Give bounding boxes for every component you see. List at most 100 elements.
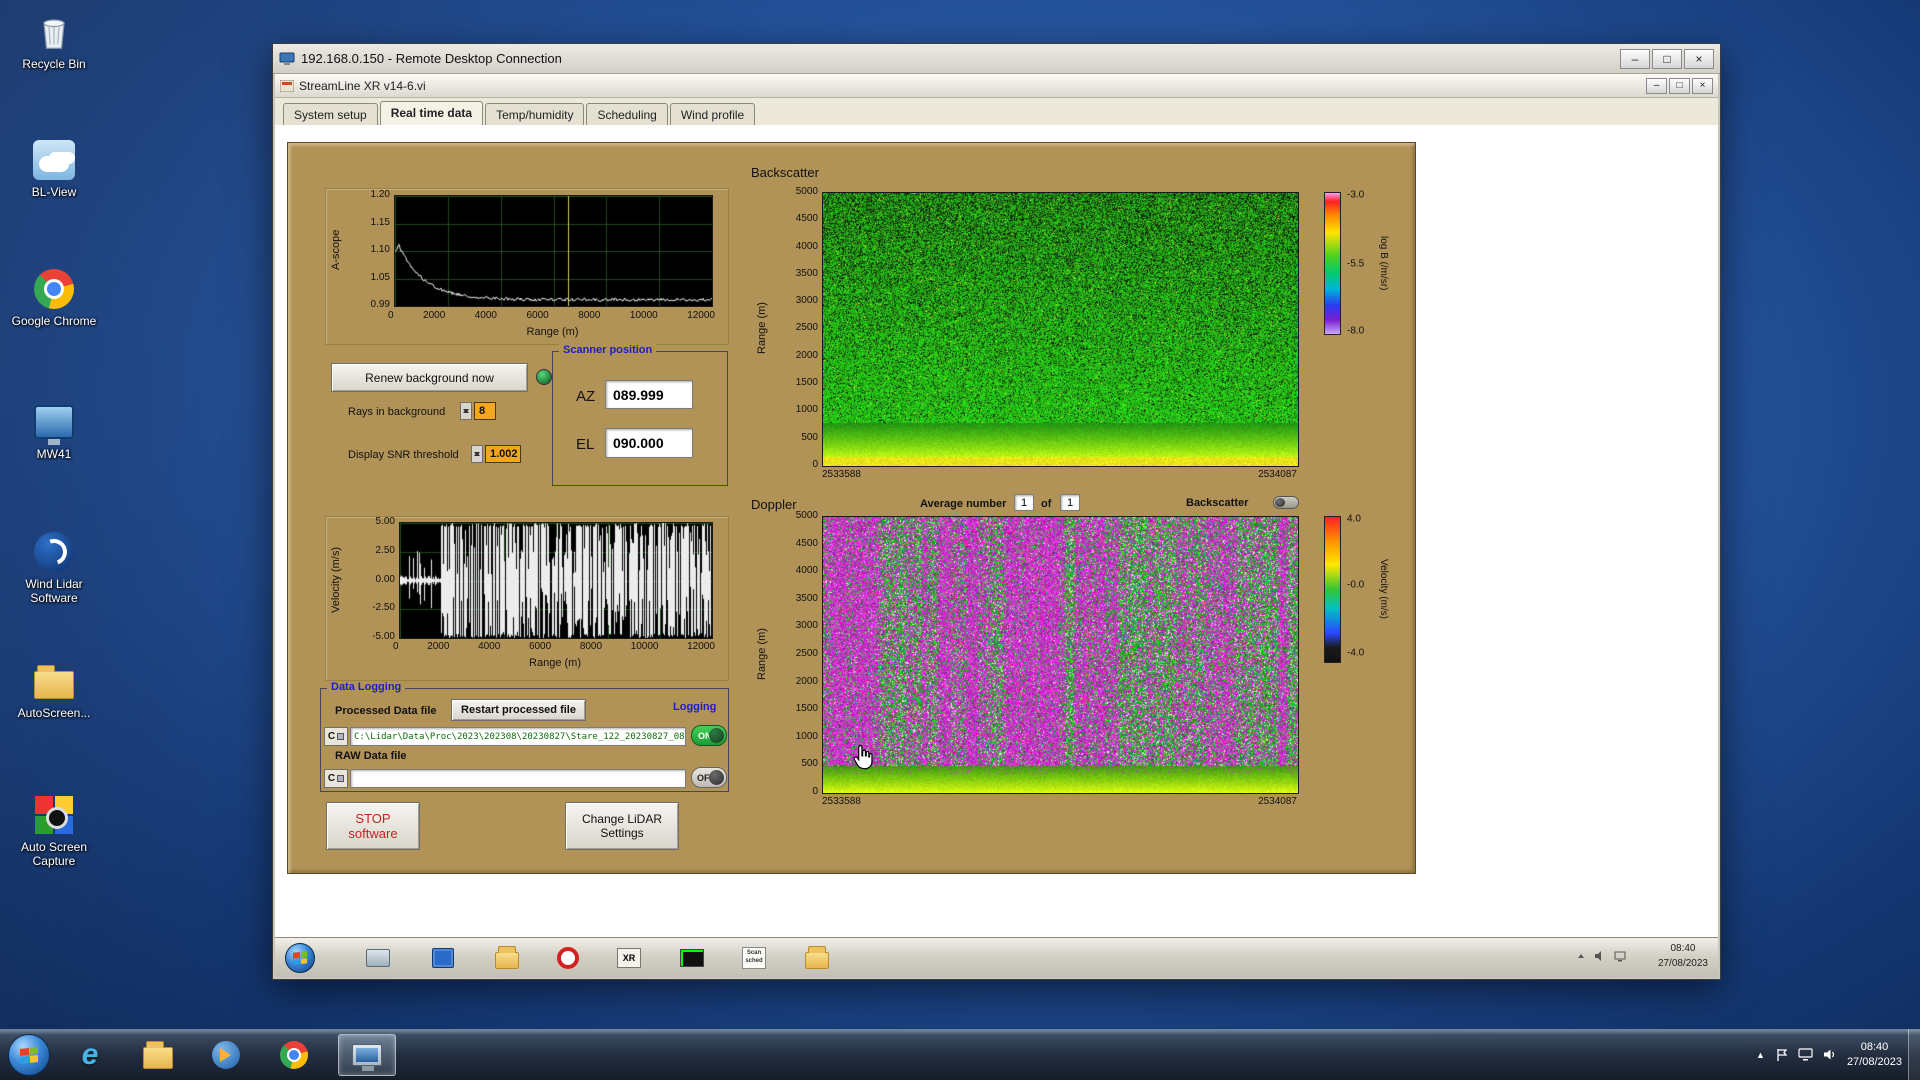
taskbar-clock[interactable]: 08:40 27/08/2023 (1847, 1040, 1902, 1070)
average-number-label: Average number (920, 498, 1006, 510)
desktop-icon-mw41[interactable]: MW41 (8, 400, 100, 461)
rdp-titlebar[interactable]: 192.168.0.150 - Remote Desktop Connectio… (273, 44, 1720, 74)
doppler-heatmap[interactable] (822, 516, 1299, 794)
rdp-titlebar-icon (279, 52, 295, 66)
doppler-colorbar-ticks: 4.0 -0.0 -4.0 (1345, 516, 1379, 663)
app-titlebar[interactable]: StreamLine XR v14-6.vi – □ × (275, 74, 1718, 98)
rays-in-background-label: Rays in background (348, 406, 445, 418)
ascope-x-axis-label: Range (m) (394, 326, 711, 338)
recycle-bin-icon (32, 10, 76, 54)
remote-tray-volume-icon[interactable] (1594, 950, 1606, 962)
app-window-title: StreamLine XR v14-6.vi (299, 79, 1644, 93)
app-minimize-button[interactable]: – (1646, 78, 1667, 94)
velocity-plot[interactable] (399, 522, 713, 639)
system-tray: ▲ 08:40 27/08/2023 (1756, 1029, 1902, 1080)
raw-logging-toggle[interactable]: OFF (691, 767, 727, 788)
velocity-x-axis-label: Range (m) (399, 657, 711, 669)
rdp-close-button[interactable]: × (1684, 49, 1714, 69)
show-desktop-button[interactable] (1908, 1029, 1920, 1080)
remote-start-button[interactable] (285, 943, 315, 973)
taskbar-explorer-button[interactable] (134, 1034, 182, 1076)
tabstrip: System setup Real time data Temp/humidit… (275, 98, 1718, 126)
bl-view-icon (32, 138, 76, 182)
az-value-field[interactable]: 089.999 (605, 380, 693, 409)
remote-clock[interactable]: 08:40 27/08/2023 (1658, 941, 1708, 971)
tab-real-time-data[interactable]: Real time data (380, 101, 483, 125)
scanner-position-group: Scanner position AZ 089.999 EL 090.000 (552, 351, 728, 486)
snr-value-field[interactable]: 1.002 (485, 445, 521, 463)
tab-system-setup[interactable]: System setup (283, 103, 378, 125)
tray-expand-icon[interactable]: ▲ (1756, 1050, 1765, 1060)
auto-screen-capture-icon (32, 793, 76, 837)
raw-drive-selector[interactable]: C (324, 769, 348, 788)
doppler-y-ticks: 5000 4500 4000 3500 3000 2500 2000 1500 1000 500 0 (776, 511, 818, 797)
processed-logging-toggle[interactable]: ON (691, 725, 727, 746)
remote-taskbar-scan-sched-icon[interactable]: Scan sched (738, 943, 770, 973)
backscatter-toggle-label: Backscatter (1186, 497, 1248, 509)
processed-drive-selector[interactable]: C (324, 727, 348, 746)
logging-label: Logging (673, 701, 716, 713)
rdp-maximize-button[interactable]: □ (1652, 49, 1682, 69)
taskbar-ie-button[interactable]: e (66, 1034, 114, 1076)
processed-data-file-path[interactable]: C:\Lidar\Data\Proc\2023\202308\20230827\… (350, 727, 686, 746)
desktop-icon-autoscreen-folder[interactable]: AutoScreen... (8, 659, 100, 720)
backscatter-x-start: 2533588 (822, 469, 861, 480)
taskbar-chrome-button[interactable] (270, 1034, 318, 1076)
remote-taskbar-power-icon[interactable] (552, 943, 584, 973)
tab-wind-profile[interactable]: Wind profile (670, 103, 755, 125)
raw-data-file-path[interactable] (350, 769, 686, 788)
remote-taskbar-xr-app-icon[interactable]: XR (613, 943, 645, 973)
desktop-icon-recycle-bin[interactable]: Recycle Bin (8, 10, 100, 71)
renew-background-button[interactable]: Renew background now (331, 363, 528, 392)
remote-tray-network-icon[interactable] (1614, 950, 1626, 962)
start-button[interactable] (8, 1034, 50, 1076)
ascope-plot[interactable] (394, 195, 713, 307)
taskbar-rdp-button-active[interactable] (338, 1034, 396, 1076)
tab-temp-humidity[interactable]: Temp/humidity (485, 103, 584, 125)
app-restore-button[interactable]: □ (1669, 78, 1690, 94)
backscatter-title: Backscatter (751, 165, 819, 180)
volume-icon[interactable] (1823, 1048, 1837, 1061)
taskbar-media-player-button[interactable] (202, 1034, 250, 1076)
backscatter-y-ticks: 5000 4500 4000 3500 3000 2500 2000 1500 1000 500 0 (776, 187, 818, 470)
backscatter-colorbar-label: log B (/m/sr) (1378, 192, 1389, 335)
desktop-icon-auto-screen-capture[interactable]: Auto Screen Capture (8, 793, 100, 868)
of-count-field[interactable]: 1 (1060, 494, 1080, 511)
desktop-icon-google-chrome[interactable]: Google Chrome (8, 267, 100, 328)
remote-taskbar-terminal-icon[interactable] (676, 943, 708, 973)
doppler-colorbar-label: Velocity (m/s) (1378, 516, 1389, 663)
rays-spinner[interactable] (460, 402, 472, 420)
raw-data-file-label: RAW Data file (335, 750, 407, 762)
el-value-field[interactable]: 090.000 (605, 428, 693, 458)
remote-tray-expand-icon[interactable] (1576, 951, 1586, 961)
tab-scheduling[interactable]: Scheduling (586, 103, 667, 125)
processed-data-file-label: Processed Data file (335, 705, 437, 717)
data-logging-group: Data Logging Processed Data file Restart… (320, 688, 729, 792)
display-icon[interactable] (1798, 1048, 1813, 1061)
change-lidar-settings-button[interactable]: Change LiDAR Settings (565, 802, 679, 850)
remote-taskbar-shared-folder-icon[interactable] (491, 943, 523, 973)
backscatter-colorbar (1324, 192, 1341, 335)
desktop-icon-wind-lidar[interactable]: Wind Lidar Software (8, 530, 100, 605)
browse-icon (337, 775, 344, 782)
renew-led-indicator (536, 369, 552, 385)
action-center-flag-icon[interactable] (1775, 1048, 1788, 1062)
rdp-icon (352, 1044, 382, 1066)
backscatter-toggle[interactable] (1273, 496, 1299, 509)
restart-processed-file-button[interactable]: Restart processed file (451, 699, 586, 721)
desktop-icon-bl-view[interactable]: BL-View (8, 138, 100, 199)
rdp-minimize-button[interactable]: – (1620, 49, 1650, 69)
app-titlebar-icon (280, 80, 294, 92)
app-close-button[interactable]: × (1692, 78, 1713, 94)
average-number-field[interactable]: 1 (1014, 494, 1034, 511)
remote-taskbar-device-icon[interactable] (362, 943, 394, 973)
snr-spinner[interactable] (471, 445, 483, 463)
folder-icon (143, 1047, 173, 1069)
stop-software-button[interactable]: STOP software (326, 802, 420, 850)
ascope-x-ticks: 0 2000 4000 6000 8000 10000 12000 (388, 310, 715, 321)
rays-value-field[interactable]: 8 (474, 402, 496, 420)
backscatter-heatmap[interactable] (822, 192, 1299, 467)
backscatter-colorbar-ticks: -3.0 -5.5 -8.0 (1345, 192, 1379, 335)
remote-taskbar-folder-icon[interactable] (801, 943, 833, 973)
remote-taskbar-app-grid-icon[interactable] (427, 943, 459, 973)
